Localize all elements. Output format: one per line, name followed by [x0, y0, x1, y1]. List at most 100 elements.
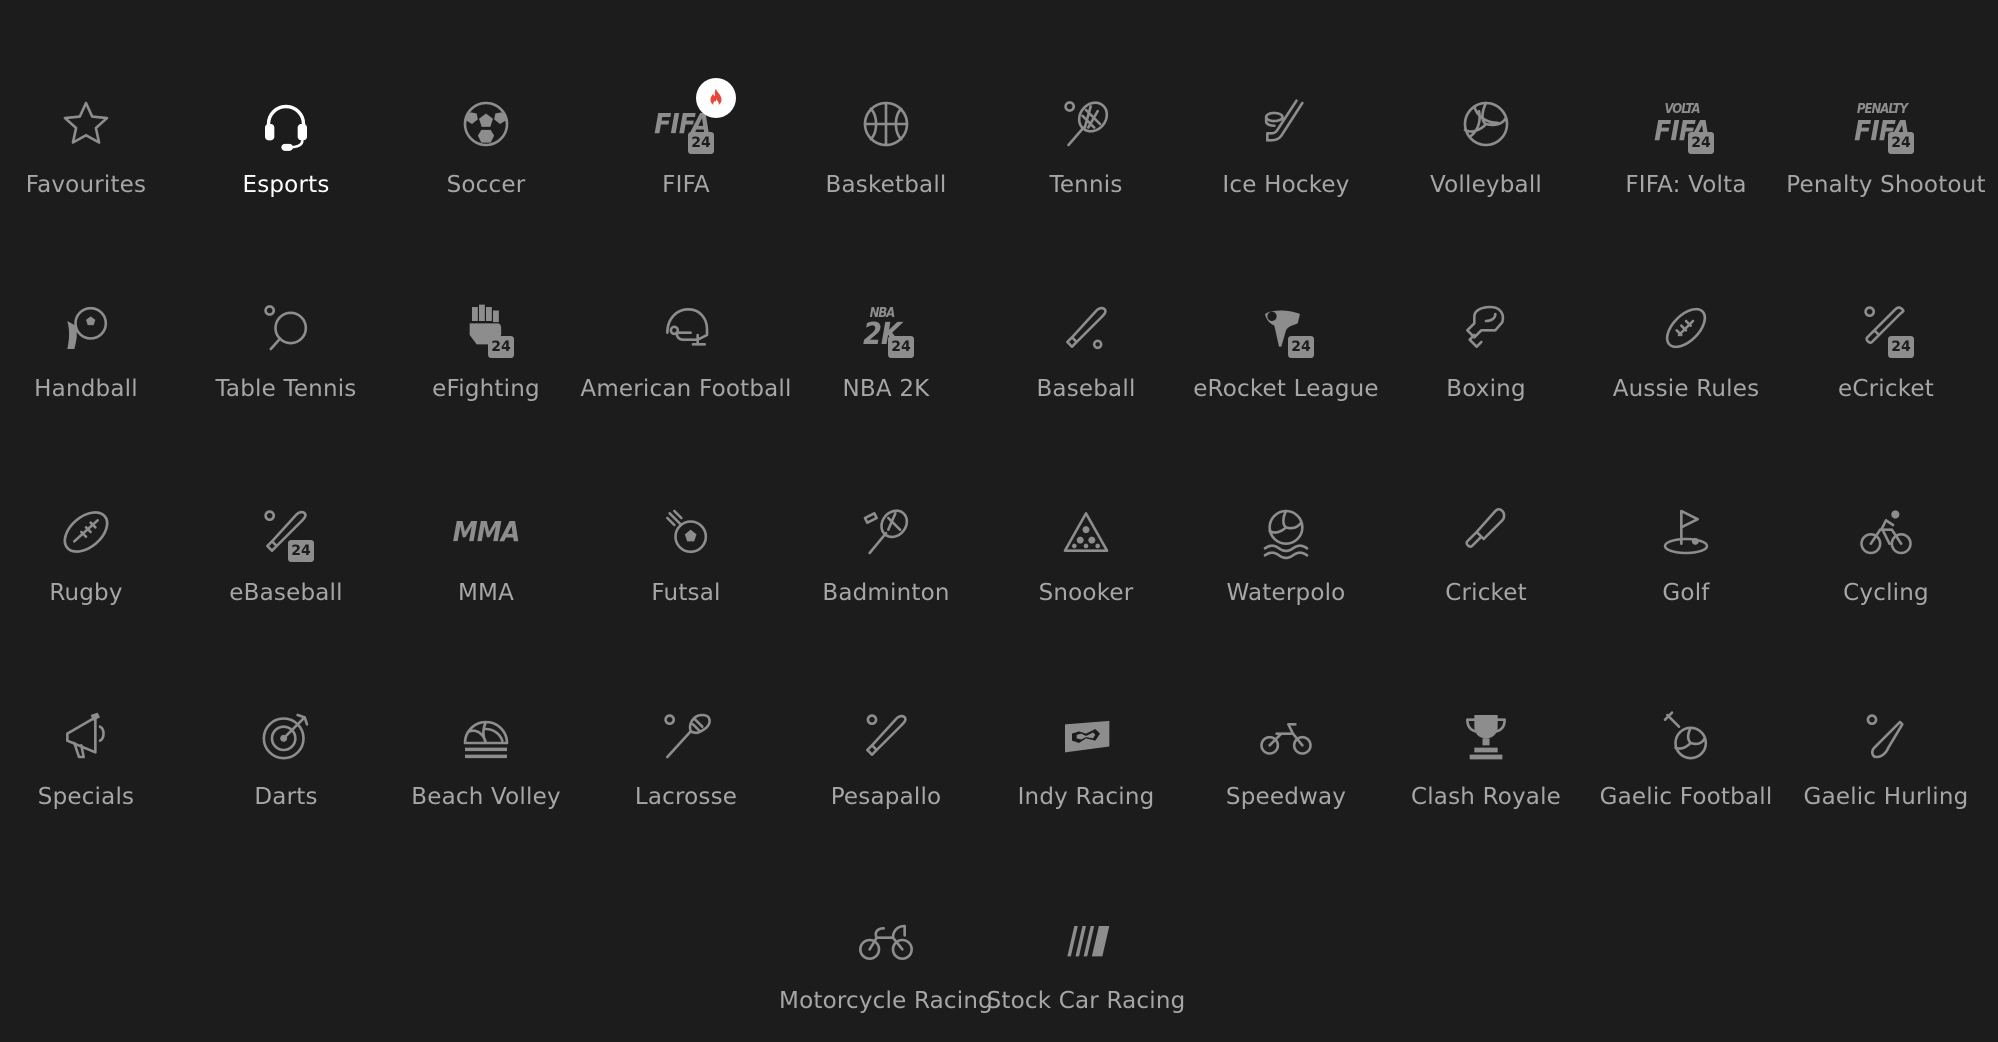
sport-tile-snooker[interactable]: Snooker	[986, 478, 1186, 628]
sport-tile-cricket[interactable]: Cricket	[1386, 478, 1586, 628]
sports-grid: Favourites Esports Soccer FIFA 24 FIFA Basketb…	[0, 0, 1998, 1042]
sport-tile-fifa[interactable]: FIFA 24 FIFA	[586, 70, 786, 220]
sport-label: Indy Racing	[1017, 784, 1155, 810]
sport-label: NBA 2K	[842, 376, 930, 402]
sport-tile-favourites[interactable]: Favourites	[0, 70, 186, 220]
sport-tile-ecricket[interactable]: 24 eCricket	[1786, 274, 1986, 424]
sport-label: eFighting	[432, 376, 540, 402]
gaelic-football-icon	[1654, 704, 1718, 768]
volleyball-icon	[1454, 92, 1518, 156]
sport-tile-futsal[interactable]: Futsal	[586, 478, 786, 628]
badge-24: 24	[488, 336, 514, 358]
sport-tile-gaelic-hurling[interactable]: Gaelic Hurling	[1786, 682, 1986, 832]
sport-tile-nba-2k[interactable]: NBA 2K 24 NBA 2K	[786, 274, 986, 424]
sport-tile-erocket-league[interactable]: 24 eRocket League	[1186, 274, 1386, 424]
sport-label: American Football	[580, 376, 792, 402]
rugby-ball-icon	[54, 500, 118, 564]
fist-24-icon: 24	[454, 296, 518, 360]
sport-tile-table-tennis[interactable]: Table Tennis	[186, 274, 386, 424]
hockey-stick-icon	[1254, 92, 1318, 156]
tennis-racket-icon	[1054, 92, 1118, 156]
badminton-icon	[854, 500, 918, 564]
nba-2k-24-icon: NBA 2K 24	[854, 296, 918, 360]
badge-24: 24	[1688, 132, 1714, 154]
logo-text: MMA	[452, 515, 521, 548]
pesapallo-bat-icon	[854, 704, 918, 768]
sport-tile-fifa-volta[interactable]: VOLTA FIFA 24 FIFA: Volta	[1586, 70, 1786, 220]
sport-tile-esports[interactable]: Esports	[186, 70, 386, 220]
sport-tile-basketball[interactable]: Basketball	[786, 70, 986, 220]
sport-label: Gaelic Hurling	[1803, 784, 1969, 810]
race-track-icon	[1054, 704, 1118, 768]
sport-tile-tennis[interactable]: Tennis	[986, 70, 1186, 220]
sport-tile-aussie-rules[interactable]: Aussie Rules	[1586, 274, 1786, 424]
sport-label: Stock Car Racing	[986, 988, 1186, 1014]
sport-label: Golf	[1662, 580, 1710, 606]
sport-tile-american-football[interactable]: American Football	[580, 274, 791, 424]
dartboard-icon	[254, 704, 318, 768]
sport-tile-pesapallo[interactable]: Pesapallo	[786, 682, 986, 832]
snooker-rack-icon	[1054, 500, 1118, 564]
sport-tile-ebaseball[interactable]: 24 eBaseball	[186, 478, 386, 628]
sport-label: Penalty Shootout	[1786, 172, 1986, 198]
badge-24: 24	[1888, 336, 1914, 358]
sport-label: Boxing	[1446, 376, 1526, 402]
sport-label: Favourites	[25, 172, 147, 198]
handball-icon	[54, 296, 118, 360]
baseball-bat-24-icon: 24	[254, 500, 318, 564]
sport-tile-handball[interactable]: Handball	[0, 274, 186, 424]
headset-icon	[254, 92, 318, 156]
lacrosse-stick-icon	[654, 704, 718, 768]
soccer-ball-icon	[454, 92, 518, 156]
boxing-glove-icon	[1454, 296, 1518, 360]
sport-tile-indy-racing[interactable]: Indy Racing	[986, 682, 1186, 832]
sport-label: Specials	[37, 784, 135, 810]
sport-tile-speedway[interactable]: Speedway	[1186, 682, 1386, 832]
cricket-bat-icon	[1454, 500, 1518, 564]
sport-tile-gaelic-football[interactable]: Gaelic Football	[1586, 682, 1786, 832]
badge-24: 24	[888, 336, 914, 358]
sport-tile-clash-royale[interactable]: Clash Royale	[1386, 682, 1586, 832]
sport-tile-waterpolo[interactable]: Waterpolo	[1186, 478, 1386, 628]
cycling-icon	[1854, 500, 1918, 564]
sport-label: Volleyball	[1429, 172, 1543, 198]
sport-tile-cycling[interactable]: Cycling	[1786, 478, 1986, 628]
sport-tile-penalty-shootout[interactable]: PENALTY FIFA 24 Penalty Shootout	[1786, 70, 1986, 220]
sport-tile-ice-hockey[interactable]: Ice Hockey	[1186, 70, 1386, 220]
sport-tile-stock-car-racing[interactable]: Stock Car Racing	[986, 886, 1186, 1036]
sport-tile-darts[interactable]: Darts	[186, 682, 386, 832]
sport-tile-boxing[interactable]: Boxing	[1386, 274, 1586, 424]
sport-tile-beach-volley[interactable]: Beach Volley	[386, 682, 586, 832]
sport-label: Pesapallo	[830, 784, 942, 810]
badge-24: 24	[1288, 336, 1314, 358]
sport-label: Gaelic Football	[1599, 784, 1773, 810]
sport-label: FIFA	[662, 172, 710, 198]
sport-label: Ice Hockey	[1222, 172, 1350, 198]
sport-tile-motorcycle-racing[interactable]: Motorcycle Racing	[779, 886, 993, 1036]
fifa-24-icon: FIFA 24	[654, 78, 736, 156]
sport-label: Snooker	[1038, 580, 1134, 606]
sport-tile-efighting[interactable]: 24 eFighting	[386, 274, 586, 424]
sport-tile-rugby[interactable]: Rugby	[0, 478, 186, 628]
trophy-icon	[1454, 704, 1518, 768]
sport-label: Beach Volley	[411, 784, 561, 810]
sport-tile-volleyball[interactable]: Volleyball	[1386, 70, 1586, 220]
sport-label: Handball	[34, 376, 138, 402]
sport-tile-soccer[interactable]: Soccer	[386, 70, 586, 220]
sport-label: Cycling	[1843, 580, 1929, 606]
sport-tile-badminton[interactable]: Badminton	[786, 478, 986, 628]
sport-label: Lacrosse	[634, 784, 738, 810]
sport-label: Motorcycle Racing	[779, 988, 993, 1014]
fifa-volta-24-icon: VOLTA FIFA 24	[1654, 92, 1718, 156]
fifa-penalty-24-icon: PENALTY FIFA 24	[1854, 92, 1918, 156]
sport-tile-specials[interactable]: Specials	[0, 682, 186, 832]
sport-tile-golf[interactable]: Golf	[1586, 478, 1786, 628]
sport-label: Cricket	[1445, 580, 1527, 606]
sport-label: FIFA: Volta	[1625, 172, 1747, 198]
sport-tile-mma[interactable]: MMA MMA	[386, 478, 586, 628]
sport-tile-lacrosse[interactable]: Lacrosse	[586, 682, 786, 832]
sport-label: Table Tennis	[215, 376, 357, 402]
motorcycle-icon	[854, 908, 918, 972]
sport-tile-baseball[interactable]: Baseball	[986, 274, 1186, 424]
beach-volley-icon	[454, 704, 518, 768]
